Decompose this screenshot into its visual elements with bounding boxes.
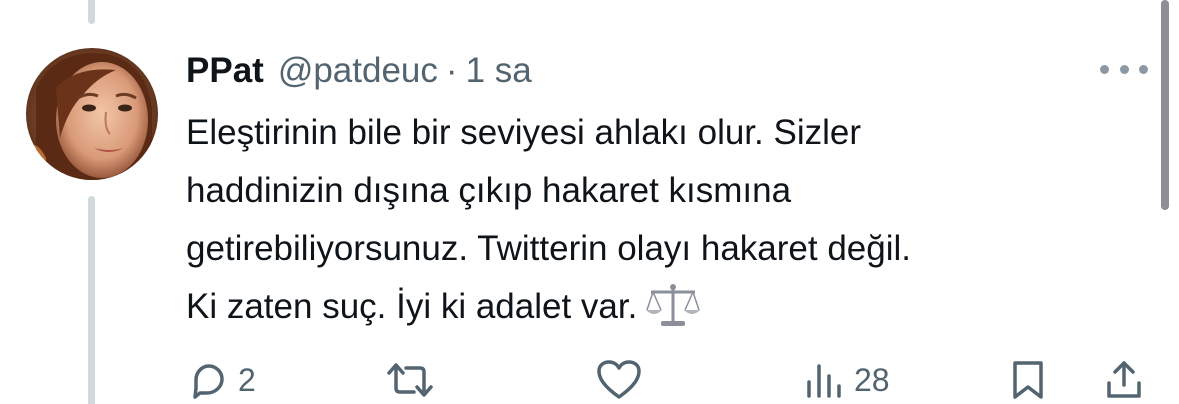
reply-button[interactable]: 2 bbox=[188, 356, 256, 404]
bookmark-icon bbox=[1013, 361, 1043, 399]
views-count: 28 bbox=[854, 362, 890, 398]
more-dot-icon bbox=[1139, 64, 1148, 74]
display-name[interactable]: PPat bbox=[186, 48, 264, 94]
more-dot-icon bbox=[1119, 64, 1129, 74]
avatar-image bbox=[26, 48, 158, 180]
reply-count: 2 bbox=[238, 362, 256, 398]
views-button[interactable]: 28 bbox=[804, 356, 890, 404]
tweet-text: Eleştirinin bile bir seviyesi ahlakı olu… bbox=[186, 104, 1156, 336]
scales-emoji bbox=[645, 282, 701, 328]
retweet-button[interactable] bbox=[386, 356, 434, 404]
share-icon bbox=[1107, 361, 1141, 398]
more-options-button[interactable] bbox=[1100, 58, 1148, 80]
tweet-header: PPat @patdeuc · 1 sa bbox=[186, 48, 532, 94]
retweet-icon bbox=[387, 363, 433, 397]
tweet-actions: 2 28 bbox=[0, 356, 1179, 404]
more-dot-icon bbox=[1100, 64, 1109, 74]
tweet-text-last-line: Ki zaten suç. İyi ki adalet var. bbox=[186, 278, 1156, 336]
scrollbar[interactable] bbox=[1161, 0, 1169, 210]
tweet-text-line: haddinizin dışına çıkıp hakaret kısmına bbox=[186, 171, 792, 210]
share-button[interactable] bbox=[1104, 356, 1144, 404]
like-button[interactable] bbox=[596, 356, 642, 404]
avatar[interactable] bbox=[26, 48, 158, 180]
heart-icon bbox=[597, 360, 641, 399]
tweet-text-line: Eleştirinin bile bir seviyesi ahlakı olu… bbox=[186, 113, 861, 152]
tweet-text-line: getirebiliyorsunuz. Twitterin olayı haka… bbox=[186, 229, 912, 268]
user-handle[interactable]: @patdeuc bbox=[278, 48, 438, 94]
reply-icon bbox=[193, 364, 224, 399]
bookmark-button[interactable] bbox=[1010, 356, 1046, 404]
timestamp[interactable]: 1 sa bbox=[466, 48, 532, 94]
thread-line-top bbox=[88, 0, 95, 24]
separator-dot: · bbox=[445, 51, 458, 90]
views-icon bbox=[807, 364, 841, 398]
tweet-text-line: Ki zaten suç. İyi ki adalet var. bbox=[186, 287, 638, 326]
